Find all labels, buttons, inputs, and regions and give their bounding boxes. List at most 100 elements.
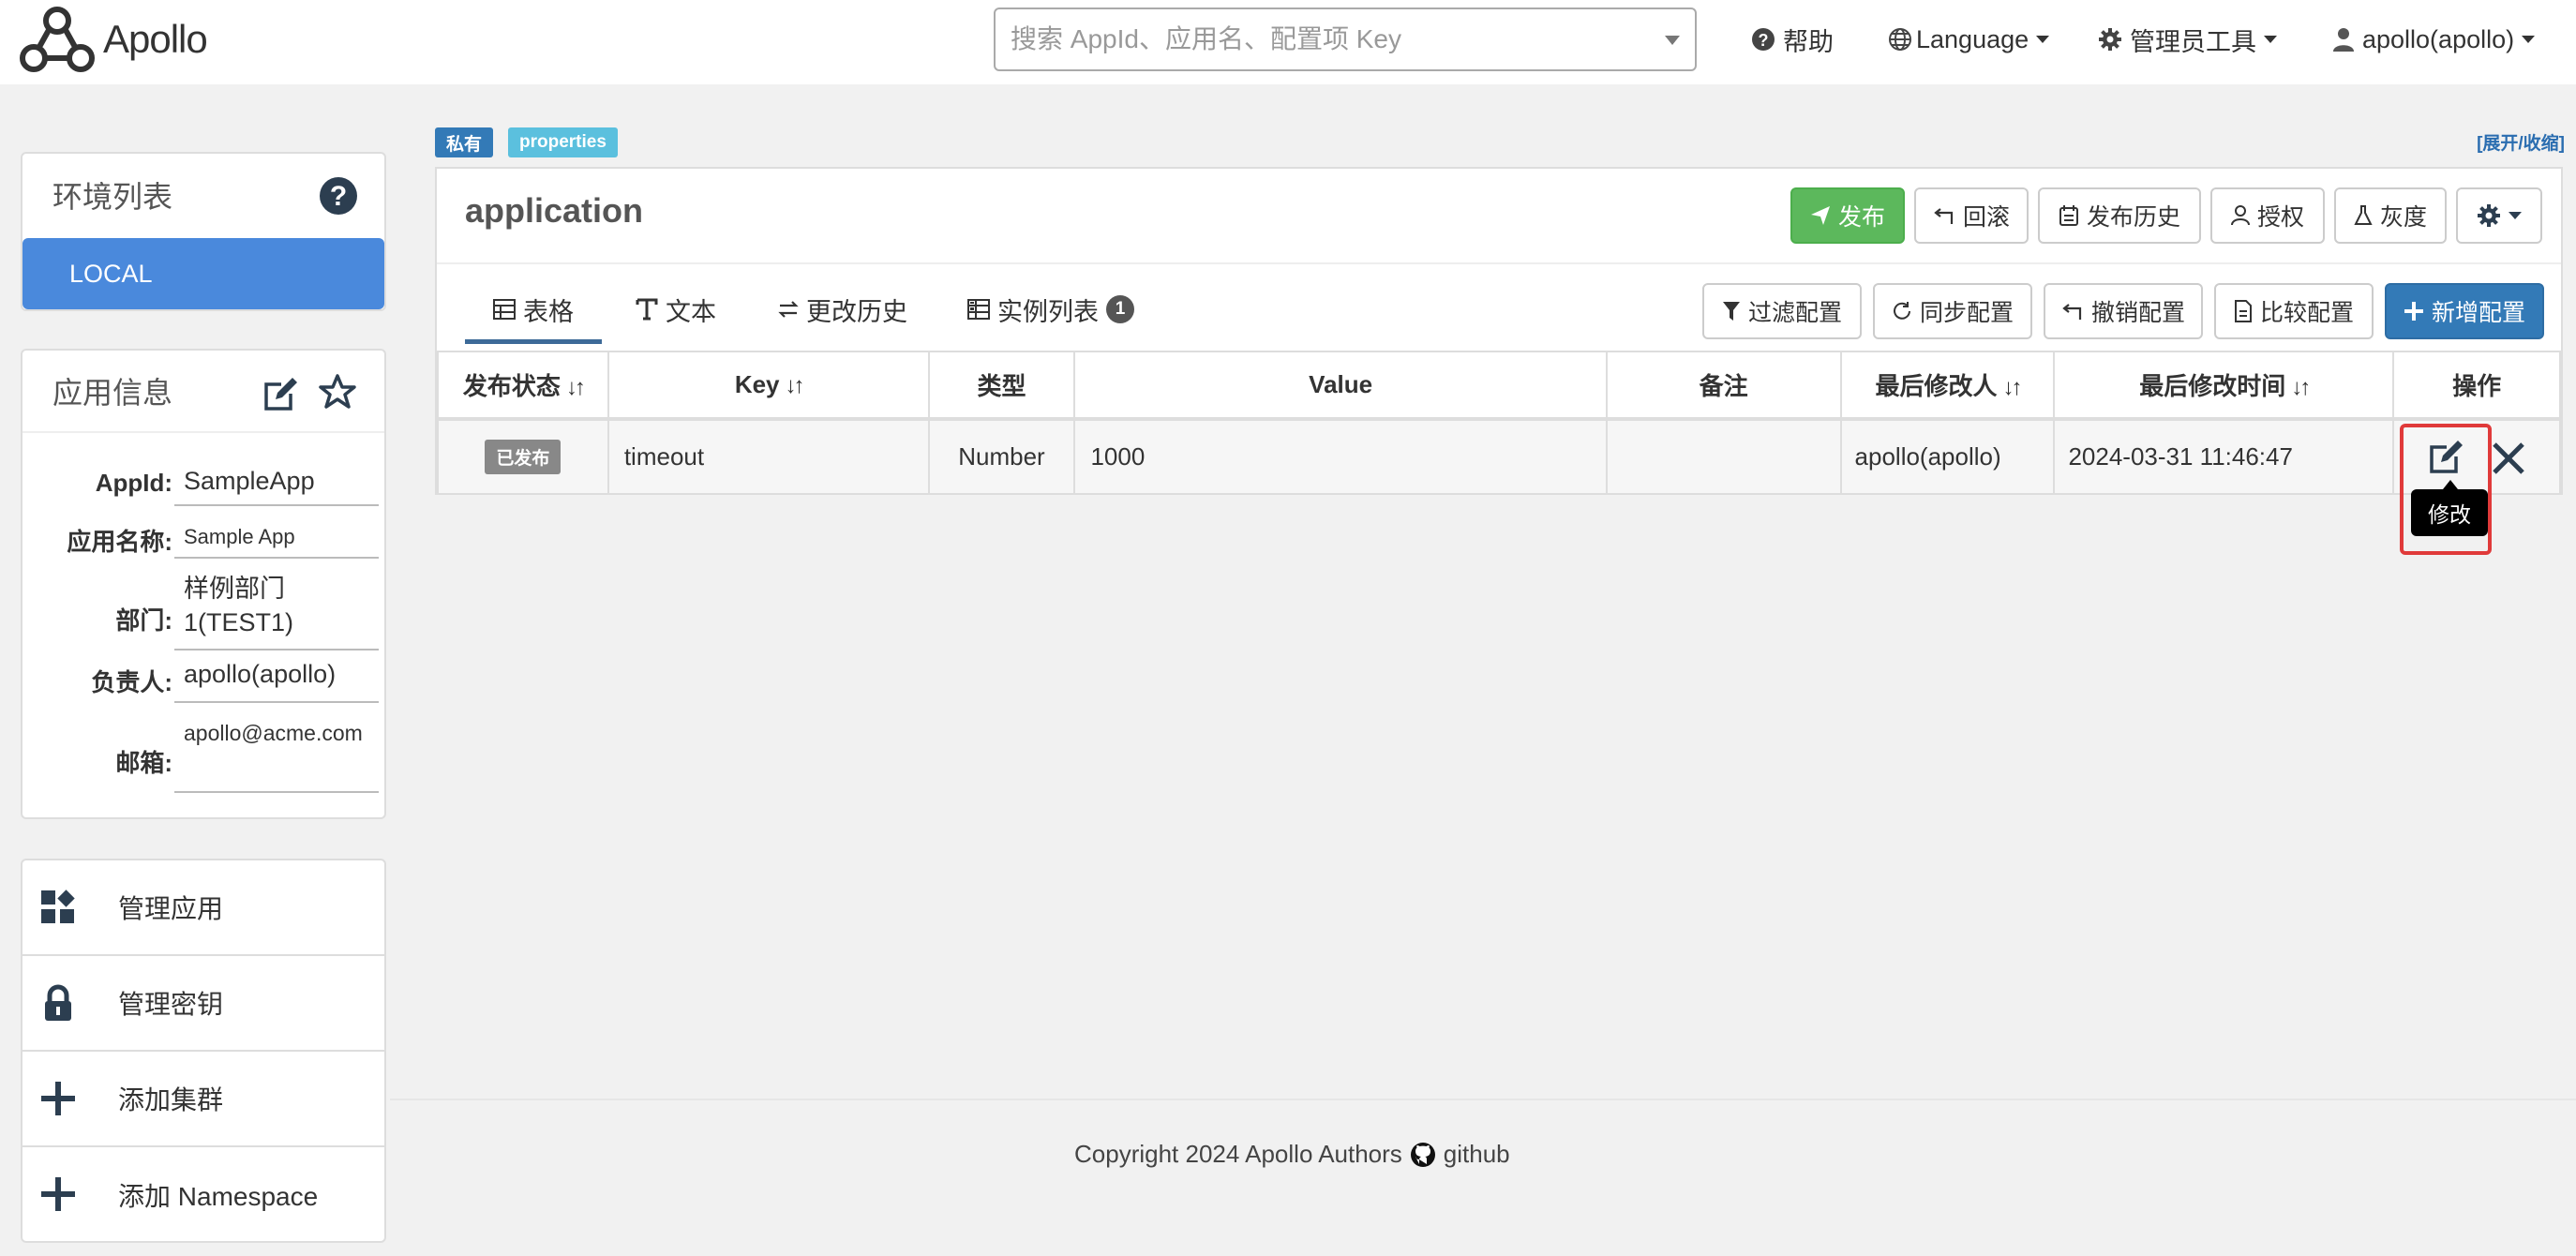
cell-status: 已发布 bbox=[437, 418, 609, 495]
logo-text: Apollo bbox=[103, 17, 208, 61]
menu-add-namespace-label: 添加 Namespace bbox=[118, 1182, 319, 1211]
cell-modified-time: 2024-03-31 11:46:47 bbox=[2053, 418, 2395, 495]
col-key-label: Key bbox=[734, 370, 780, 398]
col-modified-time[interactable]: 最后修改时间 ↓↑ bbox=[2053, 351, 2395, 421]
settings-dropdown-button[interactable] bbox=[2456, 187, 2542, 244]
search-input[interactable] bbox=[1009, 9, 1646, 69]
app-name-label: 应用名称: bbox=[67, 528, 172, 556]
sort-icon: ↓↑ bbox=[2291, 375, 2311, 400]
chevron-down-icon bbox=[2264, 36, 2277, 43]
history-icon bbox=[2059, 205, 2078, 226]
filter-config-button[interactable]: 过滤配置 bbox=[1702, 283, 1862, 339]
gear-icon bbox=[2478, 204, 2500, 227]
globe-icon bbox=[1889, 28, 1911, 51]
publish-history-label: 发布历史 bbox=[2086, 204, 2180, 231]
rollback-label: 回滚 bbox=[1962, 204, 2010, 231]
col-actions-label: 操作 bbox=[2452, 372, 2502, 400]
col-type-label: 类型 bbox=[977, 372, 1026, 400]
github-icon bbox=[1410, 1142, 1435, 1167]
filter-config-label: 过滤配置 bbox=[1747, 300, 1842, 326]
tab-instances-label: 实例列表 bbox=[997, 297, 1099, 326]
copyright-text: Copyright 2024 Apollo Authors bbox=[1074, 1140, 1402, 1168]
top-navbar: Apollo ? 帮助 Language bbox=[0, 0, 2576, 84]
format-tag: properties bbox=[508, 127, 618, 157]
col-key[interactable]: Key ↓↑ bbox=[607, 351, 930, 421]
env-item-local[interactable]: LOCAL bbox=[22, 238, 384, 309]
nav-help-label: 帮助 bbox=[1783, 27, 1834, 56]
rollback-button[interactable]: 回滚 bbox=[1914, 187, 2029, 244]
col-comment: 备注 bbox=[1605, 351, 1842, 421]
app-info-title: 应用信息 bbox=[52, 376, 173, 410]
tab-instances[interactable]: 实例列表 1 bbox=[967, 279, 1134, 339]
table-header-row: 发布状态 ↓↑ Key ↓↑ 类型 Value 备注 最后修改人 ↓↑ 最后修改时间 ↓… bbox=[437, 351, 2561, 421]
lock-icon bbox=[45, 984, 71, 1021]
app-name-value: Sample App bbox=[174, 521, 379, 559]
file-icon bbox=[2234, 300, 2252, 322]
department-label: 部门: bbox=[115, 606, 172, 635]
question-circle-icon: ? bbox=[1752, 28, 1775, 51]
appid-value: SampleApp bbox=[174, 467, 379, 506]
env-list-header: 环境列表 ? bbox=[22, 154, 384, 236]
sync-config-button[interactable]: 同步配置 bbox=[1873, 283, 2032, 339]
nav-help[interactable]: ? 帮助 bbox=[1751, 21, 1834, 58]
col-modifier-label: 最后修改人 bbox=[1875, 372, 1998, 400]
revoke-config-label: 撤销配置 bbox=[2090, 300, 2185, 326]
star-icon[interactable] bbox=[319, 373, 356, 411]
plus-icon bbox=[41, 1082, 75, 1115]
tab-text[interactable]: 文本 bbox=[636, 279, 716, 339]
config-table: 发布状态 ↓↑ Key ↓↑ 类型 Value 备注 最后修改人 ↓↑ 最后修改时间 ↓… bbox=[437, 351, 2561, 495]
close-icon[interactable] bbox=[2492, 441, 2525, 475]
env-list-title: 环境列表 bbox=[52, 180, 173, 214]
tab-text-label: 文本 bbox=[666, 297, 716, 326]
search-box[interactable] bbox=[994, 7, 1697, 71]
menu-manage-keys-label: 管理密钥 bbox=[118, 990, 224, 1019]
panel-header-divider bbox=[437, 262, 2561, 264]
tab-table-label: 表格 bbox=[523, 297, 574, 326]
question-circle-icon[interactable]: ? bbox=[319, 176, 358, 216]
compare-config-button[interactable]: 比较配置 bbox=[2214, 283, 2374, 339]
col-comment-label: 备注 bbox=[1699, 372, 1748, 400]
rollback-icon bbox=[1934, 208, 1954, 224]
instances-count-badge: 1 bbox=[1106, 295, 1134, 323]
nav-user[interactable]: apollo(apollo) bbox=[2332, 21, 2536, 58]
col-modifier[interactable]: 最后修改人 ↓↑ bbox=[1839, 351, 2056, 421]
footer: Copyright 2024 Apollo Authors github bbox=[1074, 1140, 1510, 1169]
cell-type: Number bbox=[927, 418, 1076, 495]
menu-manage-keys[interactable]: 管理密钥 bbox=[22, 956, 384, 1052]
instances-icon bbox=[967, 299, 990, 320]
menu-add-cluster[interactable]: 添加集群 bbox=[22, 1052, 384, 1147]
nav-language[interactable]: Language bbox=[1888, 21, 2050, 58]
cell-modifier: apollo(apollo) bbox=[1839, 418, 2056, 495]
search-dropdown-icon[interactable] bbox=[1665, 36, 1680, 45]
tab-change-history[interactable]: 更改历史 bbox=[778, 279, 907, 339]
publish-history-button[interactable]: 发布历史 bbox=[2038, 187, 2201, 244]
github-link[interactable]: github bbox=[1444, 1140, 1510, 1169]
nav-user-label: apollo(apollo) bbox=[2362, 24, 2515, 53]
edit-icon[interactable] bbox=[262, 375, 300, 412]
col-publish-status[interactable]: 发布状态 ↓↑ bbox=[437, 351, 609, 421]
user-outline-icon bbox=[2230, 205, 2250, 226]
apollo-logo[interactable]: Apollo bbox=[19, 4, 208, 75]
user-icon bbox=[2333, 28, 2354, 52]
authorize-button[interactable]: 授权 bbox=[2210, 187, 2325, 244]
private-tag: 私有 bbox=[435, 127, 494, 157]
app-info-header: 应用信息 bbox=[22, 351, 384, 433]
col-actions: 操作 bbox=[2392, 351, 2561, 421]
sort-icon: ↓↑ bbox=[785, 373, 805, 398]
col-type: 类型 bbox=[927, 351, 1076, 421]
gray-release-button[interactable]: 灰度 bbox=[2334, 187, 2447, 244]
nav-admin-tools[interactable]: 管理员工具 bbox=[2098, 21, 2277, 58]
col-value: Value bbox=[1073, 351, 1608, 421]
chevron-down-icon bbox=[2509, 212, 2522, 219]
chevron-down-icon bbox=[2036, 36, 2050, 43]
menu-add-namespace[interactable]: 添加 Namespace bbox=[22, 1147, 384, 1243]
cell-value: 1000 bbox=[1073, 418, 1608, 495]
add-config-button[interactable]: 新增配置 bbox=[2385, 283, 2544, 339]
revoke-config-button[interactable]: 撤销配置 bbox=[2044, 283, 2203, 339]
tab-table[interactable]: 表格 bbox=[493, 279, 574, 339]
publish-button[interactable]: 发布 bbox=[1790, 187, 1905, 244]
menu-manage-app[interactable]: 管理应用 bbox=[22, 860, 384, 956]
expand-collapse-link[interactable]: [展开/收缩] bbox=[2477, 129, 2565, 155]
undo-icon bbox=[2062, 304, 2082, 320]
menu-manage-app-label: 管理应用 bbox=[118, 894, 224, 923]
